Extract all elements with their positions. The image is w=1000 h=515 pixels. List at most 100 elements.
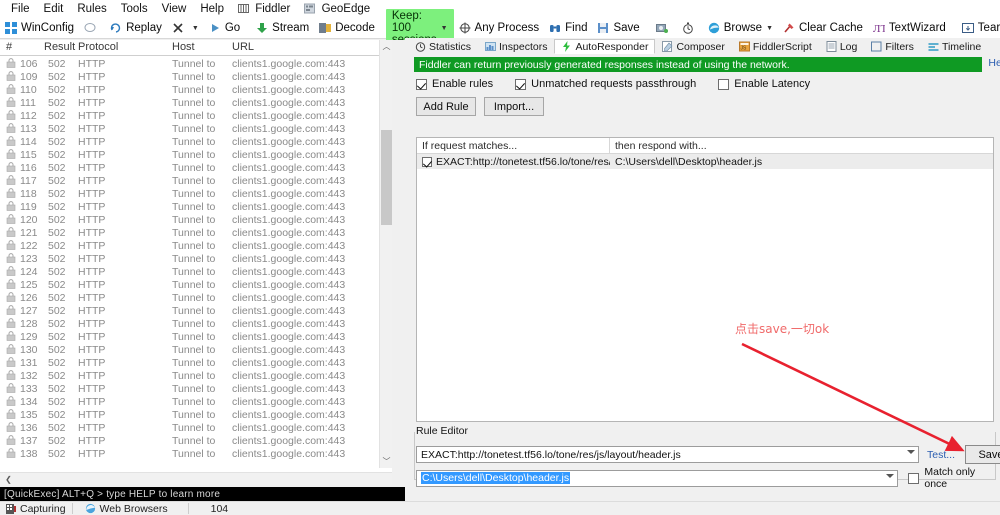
scroll-left-icon[interactable]: ❮: [2, 473, 15, 486]
rule-match-combobox[interactable]: EXACT:http://tonetest.tf56.lo/tone/res/j…: [416, 446, 919, 463]
column-header-host[interactable]: Host: [172, 41, 195, 53]
quickexec-bar[interactable]: [QuickExec] ALT+Q > type HELP to learn m…: [0, 487, 405, 501]
save-button[interactable]: Save: [965, 445, 1000, 464]
table-row[interactable]: 132 502 HTTP Tunnel to clients1.google.com:4…: [0, 369, 380, 382]
tab-composer[interactable]: Composer: [655, 39, 731, 54]
tab-timeline[interactable]: Timeline: [921, 39, 988, 54]
tearoff-button[interactable]: Tearoff: [957, 18, 1000, 39]
menu-item-rules[interactable]: Rules: [70, 2, 113, 16]
table-row[interactable]: 136 502 HTTP Tunnel to clients1.google.com:4…: [0, 421, 380, 434]
table-row[interactable]: 138 502 HTTP Tunnel to clients1.google.com:4…: [0, 447, 380, 460]
tab-statistics[interactable]: Statistics: [408, 39, 478, 54]
decode-button[interactable]: Decode: [314, 18, 380, 39]
tab-inspectors[interactable]: Inspectors: [478, 39, 554, 54]
rule-list[interactable]: If request matches... then respond with.…: [416, 137, 994, 422]
winconfig-button[interactable]: WinConfig: [0, 18, 79, 39]
screenshot-button[interactable]: [651, 18, 677, 39]
table-row[interactable]: 124 502 HTTP Tunnel to clients1.google.com:4…: [0, 265, 380, 278]
table-row[interactable]: 126 502 HTTP Tunnel to clients1.google.com:4…: [0, 291, 380, 304]
column-header-id[interactable]: #: [6, 41, 12, 53]
menu-item-fiddler[interactable]: Fiddler: [231, 2, 297, 16]
save-sessions-button[interactable]: Save: [592, 18, 644, 39]
sessions-horizontal-scrollbar[interactable]: ❮: [0, 472, 392, 485]
table-row[interactable]: 125 502 HTTP Tunnel to clients1.google.com:4…: [0, 278, 380, 291]
table-row[interactable]: 128 502 HTTP Tunnel to clients1.google.com:4…: [0, 317, 380, 330]
enable-latency-checkbox[interactable]: Enable Latency: [718, 78, 810, 90]
tab-log[interactable]: Log: [819, 39, 865, 54]
import-button[interactable]: Import...: [484, 97, 544, 116]
any-process-button[interactable]: Any Process: [454, 18, 545, 39]
go-button[interactable]: Go: [204, 18, 245, 39]
table-row[interactable]: 120 502 HTTP Tunnel to clients1.google.com:4…: [0, 213, 380, 226]
sessions-row-container[interactable]: 106 502 HTTP Tunnel to clients1.google.com:4…: [0, 57, 380, 467]
find-button[interactable]: Find: [544, 18, 592, 39]
table-row[interactable]: 115 502 HTTP Tunnel to clients1.google.com:4…: [0, 148, 380, 161]
stream-button[interactable]: Stream: [251, 18, 314, 39]
table-row[interactable]: 135 502 HTTP Tunnel to clients1.google.com:4…: [0, 408, 380, 421]
table-row[interactable]: 114 502 HTTP Tunnel to clients1.google.com:4…: [0, 135, 380, 148]
panel-splitter[interactable]: [392, 40, 405, 485]
comment-button[interactable]: [79, 18, 105, 39]
table-row[interactable]: 116 502 HTTP Tunnel to clients1.google.com:4…: [0, 161, 380, 174]
add-rule-button[interactable]: Add Rule: [416, 97, 476, 116]
table-row[interactable]: 121 502 HTTP Tunnel to clients1.google.com:4…: [0, 226, 380, 239]
menu-item-label: Tools: [120, 2, 148, 15]
camera-icon: [655, 22, 668, 34]
table-row[interactable]: 109 502 HTTP Tunnel to clients1.google.com:4…: [0, 70, 380, 83]
process-filter-status[interactable]: Web Browsers: [73, 502, 174, 515]
chevron-down-icon[interactable]: [886, 473, 895, 478]
table-row[interactable]: 112 502 HTTP Tunnel to clients1.google.com:4…: [0, 109, 380, 122]
chevron-down-icon[interactable]: ▼: [192, 25, 199, 32]
tab-autoresponder[interactable]: AutoResponder: [554, 39, 656, 54]
clear-cache-button[interactable]: Clear Cache: [778, 18, 868, 39]
menu-item-help[interactable]: Help: [193, 2, 231, 16]
rule-respond-combobox[interactable]: C:\Users\dell\Desktop\header.js: [416, 469, 899, 487]
browse-button[interactable]: Browse ▼: [703, 18, 778, 39]
table-row[interactable]: 129 502 HTTP Tunnel to clients1.google.com:4…: [0, 330, 380, 343]
enable-rules-checkbox[interactable]: Enable rules: [416, 78, 493, 90]
table-row[interactable]: 133 502 HTTP Tunnel to clients1.google.com:4…: [0, 382, 380, 395]
capturing-status[interactable]: Capturing: [0, 502, 72, 515]
rule-row[interactable]: EXACT:http://tonetest.tf56.lo/tone/res/j…: [417, 154, 993, 169]
menu-item-view[interactable]: View: [155, 2, 194, 16]
timer-button[interactable]: [677, 18, 703, 39]
table-row[interactable]: 131 502 HTTP Tunnel to clients1.google.com:4…: [0, 356, 380, 369]
table-row[interactable]: 130 502 HTTP Tunnel to clients1.google.com:4…: [0, 343, 380, 356]
lock-tunnel-icon: [6, 188, 16, 198]
table-row[interactable]: 106 502 HTTP Tunnel to clients1.google.com:4…: [0, 57, 380, 70]
menu-item-file[interactable]: File: [4, 2, 37, 16]
replay-button[interactable]: Replay: [105, 18, 167, 39]
menu-item-edit[interactable]: Edit: [37, 2, 71, 16]
chevron-down-icon[interactable]: ▼: [766, 25, 773, 32]
match-only-once-checkbox[interactable]: Match only once: [908, 466, 997, 490]
scrollbar-thumb[interactable]: [381, 130, 392, 225]
unmatched-passthrough-checkbox[interactable]: Unmatched requests passthrough: [515, 78, 696, 90]
rule-enabled-checkbox[interactable]: [422, 156, 432, 167]
table-row[interactable]: 110 502 HTTP Tunnel to clients1.google.com:4…: [0, 83, 380, 96]
menu-item-tools[interactable]: Tools: [114, 2, 155, 16]
column-header-result[interactable]: Result: [44, 41, 75, 53]
menu-item-label: Rules: [77, 2, 107, 15]
table-row[interactable]: 118 502 HTTP Tunnel to clients1.google.com:4…: [0, 187, 380, 200]
table-row[interactable]: 137 502 HTTP Tunnel to clients1.google.com:4…: [0, 434, 380, 447]
table-row[interactable]: 123 502 HTTP Tunnel to clients1.google.com:4…: [0, 252, 380, 265]
column-header-protocol[interactable]: Protocol: [78, 41, 118, 53]
textwizard-button[interactable]: ЛT TextWizard: [868, 18, 951, 39]
tab-filters[interactable]: Filters: [864, 39, 921, 54]
table-row[interactable]: 134 502 HTTP Tunnel to clients1.google.com:4…: [0, 395, 380, 408]
table-row[interactable]: 113 502 HTTP Tunnel to clients1.google.com:4…: [0, 122, 380, 135]
table-row[interactable]: 111 502 HTTP Tunnel to clients1.google.com:4…: [0, 96, 380, 109]
table-row[interactable]: 122 502 HTTP Tunnel to clients1.google.com:4…: [0, 239, 380, 252]
menu-item-geoedge[interactable]: GeoEdge: [297, 2, 377, 16]
table-row[interactable]: 117 502 HTTP Tunnel to clients1.google.com:4…: [0, 174, 380, 187]
test-link[interactable]: Test...: [927, 449, 955, 461]
help-link[interactable]: Help: [988, 57, 1000, 69]
column-header-url[interactable]: URL: [232, 41, 254, 53]
table-row[interactable]: 119 502 HTTP Tunnel to clients1.google.com:4…: [0, 200, 380, 213]
sessions-vertical-scrollbar[interactable]: ︿ ﹀: [379, 40, 392, 468]
tab-fiddlerscript[interactable]: JS FiddlerScript: [732, 39, 819, 54]
table-row[interactable]: 127 502 HTTP Tunnel to clients1.google.com:4…: [0, 304, 380, 317]
remove-button[interactable]: ▼: [167, 18, 204, 39]
chevron-down-icon[interactable]: [907, 450, 915, 454]
cell-url: clients1.google.com:443: [232, 356, 346, 369]
